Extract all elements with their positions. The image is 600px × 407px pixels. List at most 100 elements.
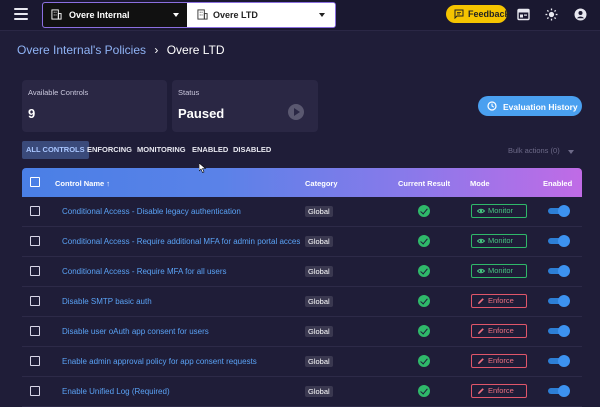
evaluation-history-button[interactable]: Evaluation History xyxy=(478,96,582,116)
menu-icon[interactable] xyxy=(14,8,28,20)
column-enabled[interactable]: Enabled xyxy=(543,179,572,188)
select-all-checkbox[interactable] xyxy=(30,177,40,187)
column-control-name[interactable]: Control Name ↑ xyxy=(55,179,110,188)
building-icon xyxy=(51,9,62,20)
tenant-select[interactable]: Overe LTD xyxy=(189,3,335,27)
category-badge: Global xyxy=(305,266,333,277)
category-badge: Global xyxy=(305,356,333,367)
chevron-down-icon xyxy=(319,13,325,17)
feedback-button[interactable]: Feedback xyxy=(446,5,510,23)
category-badge: Global xyxy=(305,206,333,217)
control-name-link[interactable]: Conditional Access - Disable legacy auth… xyxy=(62,207,300,216)
breadcrumb-current: Overe LTD xyxy=(166,43,225,57)
row-checkbox[interactable] xyxy=(30,326,40,336)
control-name-link[interactable]: Conditional Access - Require additional … xyxy=(62,237,300,246)
table-row: Enable Unified Log (Required) Global Enfor… xyxy=(22,377,582,407)
enabled-toggle[interactable] xyxy=(548,235,570,247)
account-icon[interactable] xyxy=(574,8,587,21)
tab-disabled[interactable]: DISABLED xyxy=(233,141,271,159)
tenant-group-label: Overe Internal xyxy=(69,10,130,20)
enabled-toggle[interactable] xyxy=(548,265,570,277)
check-circle-icon xyxy=(418,295,430,307)
chevron-down-icon xyxy=(173,13,179,17)
mode-label: Enforce xyxy=(488,296,514,305)
table-body: Conditional Access - Disable legacy auth… xyxy=(22,197,582,407)
control-name-link[interactable]: Enable admin approval policy for app con… xyxy=(62,357,300,366)
column-current-result[interactable]: Current Result xyxy=(398,179,450,188)
top-bar: Overe Internal Overe LTD Feedback xyxy=(0,0,600,31)
tenant-group-select[interactable]: Overe Internal xyxy=(43,3,187,27)
mode-label: Monitor xyxy=(488,206,514,215)
category-badge: Global xyxy=(305,296,333,307)
tab-all-controls[interactable]: ALL CONTROLS xyxy=(22,141,89,159)
available-controls-label: Available Controls xyxy=(28,88,89,97)
tab-enforcing[interactable]: ENFORCING xyxy=(87,141,132,159)
control-filter-tabs: ALL CONTROLS ENFORCING MONITORING ENABLE… xyxy=(22,141,582,159)
check-circle-icon xyxy=(418,235,430,247)
row-checkbox[interactable] xyxy=(30,266,40,276)
mouse-cursor-icon xyxy=(199,163,207,173)
evaluation-history-label: Evaluation History xyxy=(503,101,578,112)
row-checkbox[interactable] xyxy=(30,356,40,366)
column-category[interactable]: Category xyxy=(305,179,338,188)
available-controls-value: 9 xyxy=(28,106,36,121)
mode-button[interactable]: Enforce xyxy=(471,324,527,338)
enabled-toggle[interactable] xyxy=(548,295,570,307)
row-checkbox[interactable] xyxy=(30,386,40,396)
breadcrumb: Overe Internal's Policies › Overe LTD xyxy=(17,43,225,57)
control-name-link[interactable]: Disable SMTP basic auth xyxy=(62,297,300,306)
breadcrumb-separator: › xyxy=(154,43,159,57)
check-circle-icon xyxy=(418,325,430,337)
tab-monitoring[interactable]: MONITORING xyxy=(137,141,186,159)
check-circle-icon xyxy=(418,385,430,397)
sun-icon[interactable] xyxy=(545,8,558,21)
table-row: Disable SMTP basic auth Global Enforce xyxy=(22,287,582,317)
building-icon xyxy=(197,9,208,20)
mode-button[interactable]: Monitor xyxy=(471,264,527,278)
table-row: Disable user oAuth app consent for users… xyxy=(22,317,582,347)
column-mode[interactable]: Mode xyxy=(470,179,490,188)
enabled-toggle[interactable] xyxy=(548,355,570,367)
mode-label: Enforce xyxy=(488,386,514,395)
row-checkbox[interactable] xyxy=(30,236,40,246)
category-badge: Global xyxy=(305,386,333,397)
play-icon[interactable] xyxy=(288,104,304,120)
pencil-icon xyxy=(478,358,484,364)
controls-table: Control Name ↑ Category Current Result M… xyxy=(22,168,582,407)
enabled-toggle[interactable] xyxy=(548,325,570,337)
pencil-icon xyxy=(478,328,484,334)
mode-label: Monitor xyxy=(488,266,514,275)
table-row: Conditional Access - Require additional … xyxy=(22,227,582,257)
row-checkbox[interactable] xyxy=(30,206,40,216)
enabled-toggle[interactable] xyxy=(548,205,570,217)
mode-button[interactable]: Enforce xyxy=(471,384,527,398)
status-card: Status Paused xyxy=(172,80,318,132)
eye-icon xyxy=(477,238,485,244)
row-checkbox[interactable] xyxy=(30,296,40,306)
breadcrumb-parent-link[interactable]: Overe Internal's Policies xyxy=(17,43,146,57)
pencil-icon xyxy=(478,388,484,394)
control-name-link[interactable]: Disable user oAuth app consent for users xyxy=(62,327,300,336)
mode-button[interactable]: Enforce xyxy=(471,354,527,368)
feedback-icon xyxy=(454,9,464,19)
check-circle-icon xyxy=(418,265,430,277)
tenant-selector: Overe Internal Overe LTD xyxy=(42,2,336,28)
mode-button[interactable]: Monitor xyxy=(471,234,527,248)
bulk-actions-select[interactable]: Bulk actions (0) xyxy=(508,146,560,155)
check-circle-icon xyxy=(418,355,430,367)
category-badge: Global xyxy=(305,326,333,337)
tab-enabled[interactable]: ENABLED xyxy=(192,141,228,159)
control-name-link[interactable]: Conditional Access - Require MFA for all… xyxy=(62,267,300,276)
mode-label: Enforce xyxy=(488,356,514,365)
mode-button[interactable]: Enforce xyxy=(471,294,527,308)
enabled-toggle[interactable] xyxy=(548,385,570,397)
table-row: Conditional Access - Require MFA for all… xyxy=(22,257,582,287)
control-name-link[interactable]: Enable Unified Log (Required) xyxy=(62,387,300,396)
pencil-icon xyxy=(478,298,484,304)
mode-label: Enforce xyxy=(488,326,514,335)
status-label: Status xyxy=(178,88,200,97)
mode-button[interactable]: Monitor xyxy=(471,204,527,218)
table-row: Enable admin approval policy for app con… xyxy=(22,347,582,377)
table-row: Conditional Access - Disable legacy auth… xyxy=(22,197,582,227)
dashboard-icon[interactable] xyxy=(517,8,530,21)
